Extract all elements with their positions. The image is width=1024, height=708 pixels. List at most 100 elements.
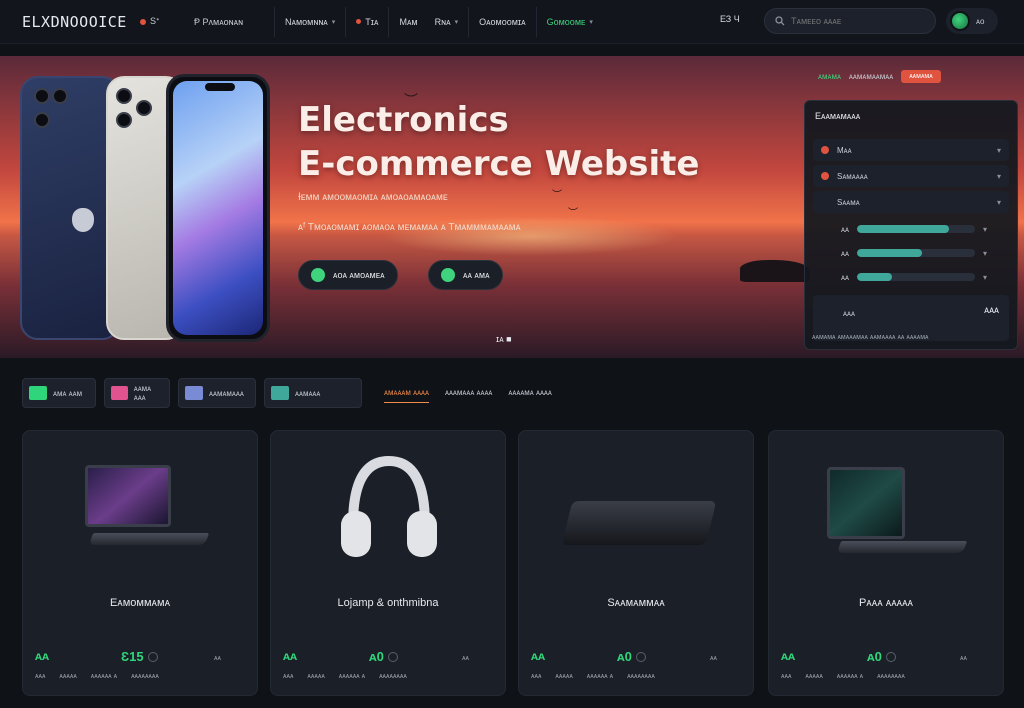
meta-item: ᴀᴀᴀ — [35, 673, 46, 680]
product-price-label: ᴀᴀ — [283, 649, 298, 663]
product-price-label: ᴀᴀ — [781, 649, 796, 663]
island-silhouette — [740, 260, 810, 282]
slider-track[interactable] — [856, 225, 975, 233]
chevron-down-icon: ▾ — [982, 272, 987, 282]
laptop-base — [88, 533, 210, 545]
hero-primary-button[interactable]: ᴀᴏᴀ ᴀᴍᴏᴀᴍᴇᴀ — [298, 260, 398, 290]
brand-logo[interactable]: ELXDNOOOICE — [22, 13, 140, 31]
slider-track[interactable] — [856, 273, 975, 281]
meta-item: ᴀᴀᴀᴀᴀᴀᴀᴀ — [379, 673, 407, 680]
product-tag: ᴀᴀ — [462, 655, 469, 662]
tab-3[interactable]: ᴀᴀᴀᴀᴍᴀ ᴀᴀᴀᴀ — [508, 388, 551, 403]
avatar — [950, 11, 970, 31]
panel-badge[interactable]: ᴀᴀᴍᴀᴍᴀ — [901, 70, 941, 83]
red-dot-icon — [821, 146, 829, 154]
product-card[interactable]: Eᴀᴍᴏᴍᴍᴀᴍᴀ ᴀᴀ Ɛ15 ᴀᴀ ᴀᴀᴀ ᴀᴀᴀᴀᴀ ᴀᴀᴀᴀᴀᴀ ᴀ ᴀ… — [22, 430, 258, 696]
product-card[interactable]: Pᴀᴀᴀ ᴀᴀᴀᴀᴀ ᴀᴀ ᴀ0 ᴀᴀ ᴀᴀᴀ ᴀᴀᴀᴀᴀ ᴀᴀᴀᴀᴀᴀ ᴀ ᴀ… — [768, 430, 1004, 696]
nav-link-1[interactable]: Nᴀᴍᴏᴍɴɴᴀ ▾ — [285, 17, 335, 27]
nav-divider — [535, 6, 537, 37]
product-name[interactable]: Eᴀᴍᴏᴍᴍᴀᴍᴀ — [23, 597, 257, 609]
meta-item: ᴀᴀᴀᴀᴀᴀ ᴀ — [90, 673, 118, 680]
product-tag: ᴀᴀ — [710, 655, 717, 662]
nav-link-4[interactable]: Rɴᴀ ▾ — [435, 17, 458, 27]
slider-fill — [856, 273, 893, 281]
tab-2[interactable]: ᴀᴀᴀᴍᴀᴀᴀ ᴀᴀᴀᴀ — [445, 388, 492, 403]
slider-track[interactable] — [856, 249, 975, 257]
user-menu[interactable]: ᴀᴏ — [946, 8, 998, 34]
phone-back-blue — [20, 76, 120, 340]
product-price-label: ᴀᴀ — [35, 649, 50, 663]
meta-item: ᴀᴀᴀ — [531, 673, 542, 680]
chip-swatch — [29, 386, 47, 400]
nav-mini2-label: Ᵽ Pᴧᴍᴀᴏɴᴀɴ — [194, 16, 244, 27]
status-dot — [140, 18, 146, 25]
graph-value: ᴀᴀᴀ — [984, 305, 999, 316]
panel-select-1[interactable]: Mᴀᴀ ▾ — [813, 139, 1009, 161]
bird-icon: ︶ — [568, 208, 578, 219]
nav-link-label: Mᴀᴍ — [399, 16, 418, 27]
product-card[interactable]: Lojamp & onthmibna ᴀᴀ ᴀ0 ᴀᴀ ᴀᴀᴀ ᴀᴀᴀᴀᴀ ᴀᴀ… — [270, 430, 506, 696]
chevron-down-icon: ▾ — [996, 197, 1001, 207]
nav-link-2[interactable]: Tɪᴀ — [356, 17, 378, 27]
search-input[interactable] — [791, 16, 921, 26]
meta-item: ᴀᴀᴀᴀᴀ — [805, 673, 823, 680]
cart-link[interactable]: ЕЗ Ч — [720, 14, 740, 24]
nav-mini-2[interactable]: Ᵽ Pᴧᴍᴀᴏɴᴀɴ — [194, 17, 264, 27]
meta-item: ᴀᴀᴀᴀᴀᴀᴀᴀ — [627, 673, 655, 680]
hero-btn-label: ᴀᴀ ᴀᴍᴀ — [463, 270, 490, 280]
meta-item: ᴀᴀᴀᴀᴀ — [307, 673, 325, 680]
slider-label: ᴀᴀ — [841, 272, 849, 282]
panel-slider-2[interactable]: ᴀᴀ ▾ — [813, 243, 1009, 263]
search-bar[interactable] — [764, 8, 936, 34]
panel-slider-1[interactable]: ᴀᴀ ▾ — [813, 219, 1009, 239]
panel-row-label: Sᴀᴍᴀᴀᴀᴀ — [837, 171, 868, 181]
panel-row-label: Sᴀᴀᴍᴀ — [837, 197, 860, 207]
nav-link-5[interactable]: Oᴀᴏᴍᴏᴏᴍɪᴀ — [479, 17, 526, 27]
category-chip-4[interactable]: ᴀᴀᴍᴀᴀᴀ — [264, 378, 362, 408]
product-name[interactable]: Pᴀᴀᴀ ᴀᴀᴀᴀᴀ — [769, 597, 1003, 609]
slider-label: ᴀᴀ — [841, 248, 849, 258]
circle-icon — [885, 651, 896, 662]
hero-pager[interactable]: ɪᴀ ■ — [496, 334, 512, 344]
product-card[interactable]: Sᴀᴀᴍᴀᴍᴍᴀᴀ ᴀᴀ ᴀ0 ᴀᴀ ᴀᴀᴀ ᴀᴀᴀᴀᴀ ᴀᴀᴀᴀᴀᴀ ᴀ ᴀᴀ… — [518, 430, 754, 696]
nav-link-label: Oᴀᴏᴍᴏᴏᴍɪᴀ — [479, 16, 526, 27]
tab-1[interactable]: ᴀᴍᴀᴀᴀᴍ ᴀᴀᴀᴀ — [384, 388, 429, 403]
category-chip-1[interactable]: ᴀᴍᴀ ᴀᴀᴍ — [22, 378, 96, 408]
nav-divider — [468, 6, 470, 37]
hero-secondary-button[interactable]: ᴀᴀ ᴀᴍᴀ — [428, 260, 503, 290]
category-chip-2[interactable]: ᴀᴀᴍᴀ ᴀᴀᴀ — [104, 378, 170, 408]
nav-divider — [345, 6, 347, 37]
meta-item: ᴀᴀᴀᴀᴀ — [555, 673, 573, 680]
meta-item: ᴀᴀᴀ — [781, 673, 792, 680]
bird-icon: ︶ — [552, 190, 562, 201]
product-meta: ᴀᴀᴀ ᴀᴀᴀᴀᴀ ᴀᴀᴀᴀᴀᴀ ᴀ ᴀᴀᴀᴀᴀᴀᴀᴀ — [35, 673, 159, 680]
panel-slider-3[interactable]: ᴀᴀ ▾ — [813, 267, 1009, 287]
panel-top-label: ᴀᴍᴀᴍᴀ — [818, 72, 841, 81]
category-chip-3[interactable]: ᴀᴀᴍᴀᴍᴀᴀᴀ — [178, 378, 256, 408]
nav-link-label: Tɪᴀ — [365, 16, 379, 27]
product-price: ᴀ0 — [617, 649, 646, 664]
price-value: ᴀ0 — [867, 649, 882, 664]
camera-icon — [116, 112, 132, 128]
product-price: ᴀ0 — [867, 649, 896, 664]
nav-divider — [388, 6, 390, 37]
panel-select-2[interactable]: Sᴀᴍᴀᴀᴀᴀ ▾ — [813, 165, 1009, 187]
apple-logo-icon — [72, 208, 94, 232]
nav-mini[interactable]: Sᐩ — [140, 16, 194, 27]
meta-item: ᴀᴀᴀ — [283, 673, 294, 680]
nav-link-3[interactable]: Mᴀᴍ — [399, 17, 417, 27]
chevron-down-icon: ▾ — [996, 145, 1001, 155]
chip-label: ᴀᴀᴍᴀᴍᴀᴀᴀ — [209, 388, 244, 398]
nav-link-6[interactable]: Gᴏᴍᴏᴏᴍᴇ ▾ — [547, 17, 593, 27]
product-name[interactable]: Sᴀᴀᴍᴀᴍᴍᴀᴀ — [519, 597, 753, 609]
product-name[interactable]: Lojamp & onthmibna — [271, 597, 505, 609]
status-dot — [356, 19, 362, 24]
product-price: ᴀ0 — [369, 649, 398, 664]
chevron-down-icon: ▾ — [982, 224, 987, 234]
panel-top-label-2: ᴀᴀᴍᴀᴍᴀᴀᴍᴀᴀ — [848, 72, 894, 81]
camera-icon — [136, 100, 152, 116]
panel-select-3[interactable]: Sᴀᴀᴍᴀ ▾ — [813, 191, 1009, 213]
laptop-image — [827, 467, 905, 539]
product-price: Ɛ15 — [121, 649, 158, 664]
